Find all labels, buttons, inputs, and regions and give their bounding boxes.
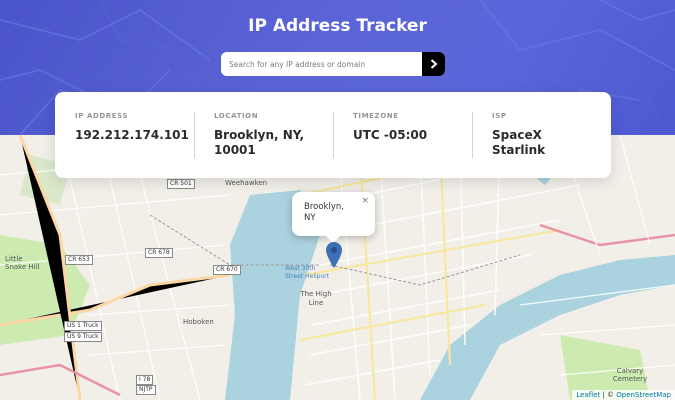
info-value: Brooklyn, NY, 10001 — [214, 128, 305, 157]
ip-info-card: IP ADDRESS 192.212.174.101 LOCATION Broo… — [55, 92, 611, 178]
search-submit-button[interactable] — [422, 52, 445, 76]
osm-link[interactable]: OpenStreetMap — [616, 391, 671, 399]
info-isp: ISP SpaceX Starlink — [472, 112, 611, 178]
info-label: LOCATION — [214, 112, 259, 120]
map-place-little-snake-hill: Little Snake Hill — [5, 255, 40, 271]
popup-close-icon[interactable]: × — [361, 196, 369, 206]
page-title: IP Address Tracker — [248, 16, 427, 36]
road-shield: NJTP — [136, 385, 156, 395]
map-place-weehawken: Weehawken — [225, 179, 268, 187]
road-shield: I 78 — [136, 375, 154, 385]
chevron-right-icon — [430, 59, 438, 69]
map-place-high-line: The High Line — [300, 290, 332, 307]
map-place-hoboken: Hoboken — [183, 318, 214, 326]
leaflet-link[interactable]: Leaflet — [576, 391, 600, 399]
search-bar — [221, 52, 445, 76]
road-shield: US 1 Truck — [64, 321, 102, 331]
search-input[interactable] — [221, 52, 422, 76]
road-shield: CR 653 — [65, 255, 93, 265]
road-shield: CR 501 — [167, 179, 195, 189]
info-value: UTC -05:00 — [353, 128, 428, 142]
map-place-calvary: Calvary Cemetery — [612, 367, 648, 383]
info-label: IP ADDRESS — [75, 112, 129, 120]
popup-text: Brooklyn, NY — [304, 202, 344, 223]
info-label: ISP — [492, 112, 507, 120]
info-label: TIMEZONE — [353, 112, 399, 120]
info-value: SpaceX Starlink — [492, 128, 546, 157]
info-value: 192.212.174.101 — [75, 128, 189, 142]
info-location: LOCATION Brooklyn, NY, 10001 — [194, 112, 333, 178]
road-shield: CR 678 — [145, 248, 173, 258]
map-attribution: Leaflet | © OpenStreetMap — [572, 390, 675, 400]
info-ip-address: IP ADDRESS 192.212.174.101 — [55, 112, 194, 178]
road-shield: US 9 Truck — [64, 332, 102, 342]
location-marker-icon[interactable] — [326, 242, 342, 268]
info-timezone: TIMEZONE UTC -05:00 — [333, 112, 472, 178]
attribution-separator: | © — [600, 391, 617, 399]
map-popup: Brooklyn, NY × — [292, 192, 375, 243]
road-shield: CR 670 — [213, 265, 241, 275]
